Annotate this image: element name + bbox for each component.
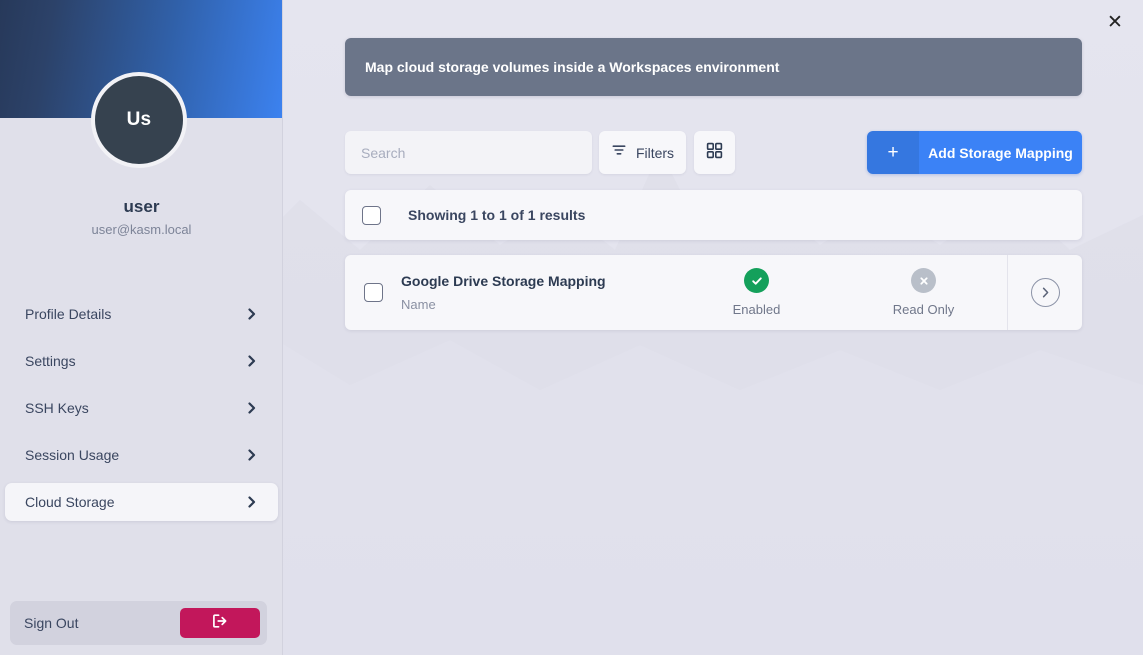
row-title: Google Drive Storage Mapping xyxy=(401,273,673,289)
add-storage-mapping-button[interactable]: + Add Storage Mapping xyxy=(867,131,1082,174)
plus-icon: + xyxy=(867,131,919,174)
row-action-cell xyxy=(1008,278,1082,307)
main-content: ✕ Map cloud storage volumes inside a Wor… xyxy=(283,0,1143,655)
chevron-right-icon xyxy=(246,308,258,320)
select-all-checkbox[interactable] xyxy=(362,206,381,225)
row-name-cell: Google Drive Storage Mapping Name xyxy=(401,273,673,312)
close-glyph: ✕ xyxy=(1107,13,1123,32)
page-banner: Map cloud storage volumes inside a Works… xyxy=(345,38,1082,96)
sign-out-row: Sign Out xyxy=(10,601,267,645)
profile-name: user xyxy=(0,197,283,217)
filter-icon xyxy=(611,142,627,163)
sidebar-item-label: SSH Keys xyxy=(25,400,89,416)
filters-button[interactable]: Filters xyxy=(599,131,686,174)
sidebar-item-session-usage[interactable]: Session Usage xyxy=(5,436,278,474)
toolbar: Filters + Add Storage Mapping xyxy=(345,131,1082,174)
add-storage-mapping-label: Add Storage Mapping xyxy=(919,131,1082,174)
check-circle-icon xyxy=(744,268,769,293)
sign-out-button[interactable] xyxy=(180,608,260,638)
sidebar-item-label: Cloud Storage xyxy=(25,494,115,510)
sidebar: Us user user@kasm.local Profile Details … xyxy=(0,0,283,655)
sidebar-item-label: Session Usage xyxy=(25,447,119,463)
sidebar-item-label: Settings xyxy=(25,353,76,369)
sidebar-item-label: Profile Details xyxy=(25,306,111,322)
banner-text: Map cloud storage volumes inside a Works… xyxy=(365,59,779,75)
search-input[interactable] xyxy=(345,131,592,174)
sidebar-item-profile-details[interactable]: Profile Details xyxy=(5,295,278,333)
chevron-right-circle-icon[interactable] xyxy=(1031,278,1060,307)
row-subtitle: Name xyxy=(401,297,673,312)
logout-icon xyxy=(212,613,228,634)
row-checkbox-cell xyxy=(345,283,401,302)
sign-out-label: Sign Out xyxy=(24,615,180,631)
status-readonly-cell: Read Only xyxy=(840,268,1007,317)
sidebar-item-cloud-storage[interactable]: Cloud Storage xyxy=(5,483,278,521)
profile-email: user@kasm.local xyxy=(0,222,283,237)
avatar: Us xyxy=(91,72,187,168)
grid-view-icon xyxy=(706,142,723,164)
chevron-right-icon xyxy=(246,355,258,367)
sidebar-nav: Profile Details Settings SSH Keys Sessio… xyxy=(0,295,283,530)
sidebar-item-settings[interactable]: Settings xyxy=(5,342,278,380)
grid-view-button[interactable] xyxy=(694,131,735,174)
status-enabled-cell: Enabled xyxy=(673,268,840,317)
close-icon[interactable]: ✕ xyxy=(1101,8,1129,36)
chevron-right-icon xyxy=(246,402,258,414)
results-bar: Showing 1 to 1 of 1 results xyxy=(345,190,1082,240)
sidebar-item-ssh-keys[interactable]: SSH Keys xyxy=(5,389,278,427)
status-readonly-label: Read Only xyxy=(893,302,954,317)
results-count-text: Showing 1 to 1 of 1 results xyxy=(408,207,585,223)
avatar-initials: Us xyxy=(127,109,152,131)
table-row[interactable]: Google Drive Storage Mapping Name Enable… xyxy=(345,255,1082,330)
row-checkbox[interactable] xyxy=(364,283,383,302)
x-circle-icon xyxy=(911,268,936,293)
chevron-right-icon xyxy=(246,449,258,461)
filters-label: Filters xyxy=(636,145,674,161)
status-enabled-label: Enabled xyxy=(733,302,781,317)
chevron-right-icon xyxy=(246,496,258,508)
